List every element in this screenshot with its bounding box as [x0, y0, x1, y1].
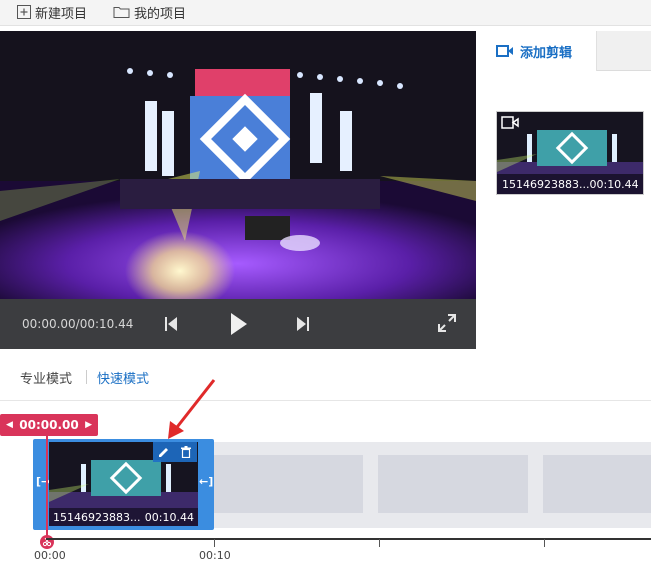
- plus-box-icon: [17, 5, 31, 19]
- annotation-arrow-icon: [168, 379, 216, 439]
- ruler-tick: [214, 539, 215, 547]
- mode-divider: [86, 370, 87, 384]
- trash-icon: [181, 446, 191, 458]
- new-project-label: 新建项目: [35, 6, 88, 22]
- my-projects-button[interactable]: 我的项目: [113, 3, 187, 22]
- player-controls: 00:00.00/00:10.44: [0, 299, 476, 349]
- top-toolbar: 新建项目 我的项目: [0, 0, 651, 26]
- time-ruler[interactable]: [46, 538, 651, 540]
- edit-clip-button[interactable]: [153, 442, 175, 462]
- video-camera-icon: [501, 116, 519, 129]
- library-clip-label: 15146923883... 00:10.44: [497, 174, 643, 194]
- my-projects-label: 我的项目: [134, 6, 187, 22]
- timeline: [→ ←] 15146923883... 00:10.44 ◀ 00:00.00…: [0, 402, 651, 565]
- timeline-clip-label: 15146923883... 00:10.44: [49, 508, 198, 526]
- delete-clip-button[interactable]: [175, 442, 197, 462]
- skip-back-icon[interactable]: [164, 316, 178, 332]
- video-camera-icon: [496, 45, 513, 57]
- trim-start-handle[interactable]: [→: [36, 475, 50, 489]
- tab-quick-mode[interactable]: 快速模式: [97, 368, 149, 387]
- timeline-clip-name: 15146923883...: [53, 510, 141, 524]
- right-panel: 添加剪辑 15146923883... 00:10.44: [476, 31, 651, 349]
- empty-clip-slot[interactable]: [378, 455, 528, 513]
- player-timecode: 00:00.00/00:10.44: [22, 317, 134, 331]
- ruler-tick: [544, 539, 545, 547]
- skip-forward-icon[interactable]: [296, 316, 310, 332]
- mode-bar: 专业模式 快速模式: [0, 349, 651, 401]
- new-project-button[interactable]: 新建项目: [17, 3, 88, 22]
- ruler-tick: [379, 539, 380, 547]
- empty-clip-slot[interactable]: [543, 455, 651, 513]
- timeline-clip-duration: 00:10.44: [144, 510, 194, 524]
- tab-pro-mode[interactable]: 专业模式: [20, 368, 72, 387]
- playhead-right-arrow-icon[interactable]: ▶: [85, 420, 92, 430]
- playhead-line[interactable]: [46, 436, 48, 540]
- tab-add-clip-label: 添加剪辑: [520, 45, 573, 61]
- video-player: 00:00.00/00:10.44: [0, 31, 476, 349]
- ruler-label-start: 00:00: [34, 549, 66, 562]
- tab-bar-filler: [597, 31, 651, 71]
- library-clip-thumbnail[interactable]: 15146923883... 00:10.44: [496, 111, 644, 195]
- ruler-label-10s: 00:10: [199, 549, 231, 562]
- video-preview[interactable]: [0, 31, 476, 299]
- folder-icon: [113, 7, 130, 18]
- play-icon[interactable]: [230, 312, 248, 336]
- tab-add-clip[interactable]: 添加剪辑: [476, 31, 597, 71]
- library-clip-name: 15146923883...: [502, 177, 590, 191]
- fullscreen-icon[interactable]: [438, 314, 456, 332]
- clip-library: 15146923883... 00:10.44: [476, 71, 651, 349]
- playhead-time-box[interactable]: ◀ 00:00.00 ▶: [0, 414, 98, 436]
- pencil-icon: [159, 448, 168, 457]
- empty-clip-slot[interactable]: [213, 455, 363, 513]
- selected-timeline-clip[interactable]: [→ ←] 15146923883... 00:10.44: [33, 439, 214, 530]
- playhead-time: 00:00.00: [19, 418, 79, 432]
- playhead-left-arrow-icon[interactable]: ◀: [6, 420, 13, 430]
- trim-end-handle[interactable]: ←]: [199, 475, 213, 489]
- library-clip-duration: 00:10.44: [589, 177, 639, 191]
